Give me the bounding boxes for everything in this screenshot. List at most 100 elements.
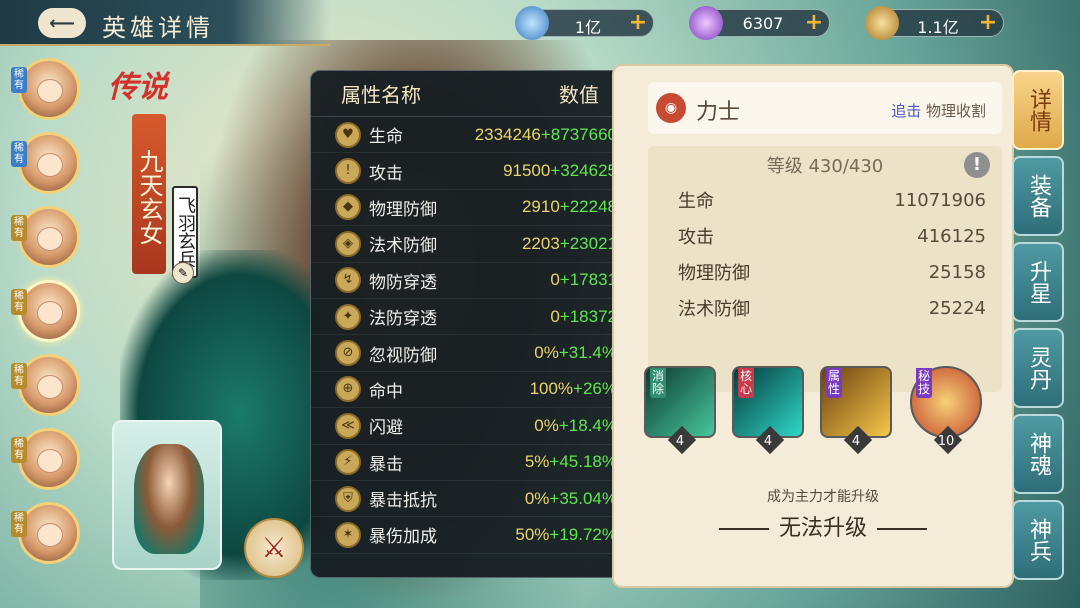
roster-hero-4-selected[interactable]: 稀有 xyxy=(11,280,80,342)
side-tabs: 详情 装备 升星 灵丹 神魂 神兵 xyxy=(1012,70,1070,586)
roster-hero-3[interactable]: 稀有 xyxy=(11,206,80,268)
attribute-name: 闪避 xyxy=(369,418,403,439)
attribute-name: 物防穿透 xyxy=(369,272,437,293)
attribute-name: 攻击 xyxy=(369,163,403,184)
add-coin-button[interactable]: + xyxy=(977,12,999,34)
hero-face xyxy=(37,301,63,325)
attribute-base-value: 91500 xyxy=(503,161,551,181)
attribute-bonus-value: +26% xyxy=(573,379,617,399)
attribute-name: 物理防御 xyxy=(369,199,437,220)
tab-soul[interactable]: 神魂 xyxy=(1012,414,1064,494)
attribute-list[interactable]: ♥ 生命 2334246+8737660! 攻击 91500+324625 ◆ 物理防御 29… xyxy=(311,117,651,554)
attribute-base-value: 5% xyxy=(524,452,550,472)
heart-icon: ♥ xyxy=(335,121,361,148)
skin-switch-icon[interactable]: ✎ xyxy=(172,262,194,284)
hero-face xyxy=(37,227,63,251)
hero-roster: 稀有 稀有 稀有 稀有 稀有 稀有 稀有 xyxy=(6,58,82,576)
class-icon: ◉ xyxy=(656,93,686,123)
attribute-bonus-value: +23021 xyxy=(559,233,617,253)
class-tags: 追击 物理收割 xyxy=(891,100,986,121)
skill-slot-2[interactable]: 核心 4 xyxy=(732,366,804,455)
attribute-name: 暴伤加成 xyxy=(369,527,437,548)
hero-level: 等级 430/430 xyxy=(766,156,884,177)
stat-name: 生命 xyxy=(678,191,714,212)
rarity-tag: 稀有 xyxy=(11,511,27,537)
tab-details[interactable]: 详情 xyxy=(1012,70,1064,150)
attribute-name: 生命 xyxy=(369,127,403,148)
rarity-tag: 稀有 xyxy=(11,141,27,167)
attribute-row: ◆ 物理防御 2910+22248 xyxy=(311,190,651,227)
attribute-base-value: 100% xyxy=(529,379,574,399)
rarity-tag: 稀有 xyxy=(11,215,27,241)
roster-hero-1[interactable]: 稀有 xyxy=(11,58,80,120)
stat-name: 攻击 xyxy=(678,227,714,248)
attribute-bonus-value: +324625 xyxy=(550,161,617,181)
attribute-row: ✦ 法防穿透 0+18372 xyxy=(311,299,651,336)
silver-resource: 1亿 + xyxy=(515,6,654,40)
attribute-name: 法术防御 xyxy=(369,236,437,257)
coin-resource: 1.1亿 + xyxy=(865,6,1004,40)
attribute-row: ! 攻击 91500+324625 xyxy=(311,153,651,190)
skill-tag: 消除 xyxy=(650,368,666,398)
skill-slot-4[interactable]: 秘技 10 xyxy=(910,366,982,455)
hero-skin-card[interactable] xyxy=(112,420,222,570)
hero-rarity: 传说 xyxy=(108,70,168,105)
attribute-base-value: 2910 xyxy=(521,197,560,217)
attribute-bonus-value: +19.72% xyxy=(549,524,617,544)
skill-slot-3[interactable]: 属性 4 xyxy=(820,366,892,455)
shield-icon: ◆ xyxy=(335,194,361,221)
back-button[interactable]: ⟵ xyxy=(38,8,86,38)
coin-value: 1.1亿 xyxy=(917,18,959,37)
hero-face xyxy=(37,449,63,473)
attribute-bonus-value: +18.4% xyxy=(558,415,617,435)
attribute-name-header: 属性名称 xyxy=(341,83,421,107)
upgrade-hint: 成为主力才能升级 xyxy=(767,489,879,505)
stat-value: 25158 xyxy=(928,261,986,283)
attribute-row: ⚡ 暴击 5%+45.18% xyxy=(311,445,651,481)
title-bar: ⟵ 英雄详情 xyxy=(0,0,330,46)
attribute-bonus-value: +22248 xyxy=(559,197,617,217)
skill-tag: 属性 xyxy=(826,368,842,398)
tab-elixir[interactable]: 灵丹 xyxy=(1012,328,1064,408)
hero-face xyxy=(37,523,63,547)
rarity-tag: 稀有 xyxy=(11,289,27,315)
stat-row-hp: 生命 11071906 xyxy=(648,182,1002,218)
attribute-bonus-value: +45.18% xyxy=(549,452,617,472)
attribute-bonus-value: +35.04% xyxy=(549,488,617,508)
tab-equipment[interactable]: 装备 xyxy=(1012,156,1064,236)
info-button[interactable]: ! xyxy=(964,152,990,178)
attribute-panel: 属性名称 数值 ♥ 生命 2334246+8737660! 攻击 91500+32462… xyxy=(310,70,652,578)
attribute-name: 暴击抵抗 xyxy=(369,491,437,512)
stat-value: 25224 xyxy=(928,297,986,319)
crit-damage-icon: ✶ xyxy=(335,521,361,548)
class-row: ◉ 力士 追击 物理收割 xyxy=(648,82,1002,134)
add-gem-button[interactable]: + xyxy=(803,12,825,34)
gem-value: 6307 xyxy=(742,14,784,33)
skill-slot-1[interactable]: 消除 4 xyxy=(644,366,716,455)
roster-hero-6[interactable]: 稀有 xyxy=(11,428,80,490)
roster-hero-5[interactable]: 稀有 xyxy=(11,354,80,416)
attribute-header: 属性名称 数值 xyxy=(311,71,651,117)
stat-value: 11071906 xyxy=(894,189,986,211)
ignore-defense-icon: ⊘ xyxy=(335,340,361,367)
roster-hero-7[interactable]: 稀有 xyxy=(11,502,80,564)
target-icon: ⊕ xyxy=(335,376,361,403)
class-tag-highlight: 追击 xyxy=(891,102,922,120)
attribute-base-value: 50% xyxy=(515,524,550,544)
attribute-base-value: 0 xyxy=(550,306,560,326)
attribute-row: ⊘ 忽视防御 0%+31.4% xyxy=(311,335,651,372)
crit-resist-icon: ⛨ xyxy=(335,485,361,512)
tab-weapon[interactable]: 神兵 xyxy=(1012,500,1064,580)
add-silver-button[interactable]: + xyxy=(627,12,649,34)
skill-level: 10 xyxy=(937,434,955,449)
magic-pierce-icon: ✦ xyxy=(335,303,361,330)
silver-value: 1亿 xyxy=(574,18,602,37)
roster-hero-2[interactable]: 稀有 xyxy=(11,132,80,194)
stat-row-magic-defense: 法术防御 25224 xyxy=(648,290,1002,326)
hero-detail-panel: ◉ 力士 追击 物理收割 等级 430/430 ! 生命 11071906 攻击… xyxy=(612,64,1014,588)
skill-tag: 核心 xyxy=(738,368,754,398)
tab-star-up[interactable]: 升星 xyxy=(1012,242,1064,322)
attribute-row: ♥ 生命 2334246+8737660 xyxy=(311,117,651,154)
battle-button[interactable]: ⚔ xyxy=(244,518,304,578)
attribute-name: 忽视防御 xyxy=(369,345,437,366)
